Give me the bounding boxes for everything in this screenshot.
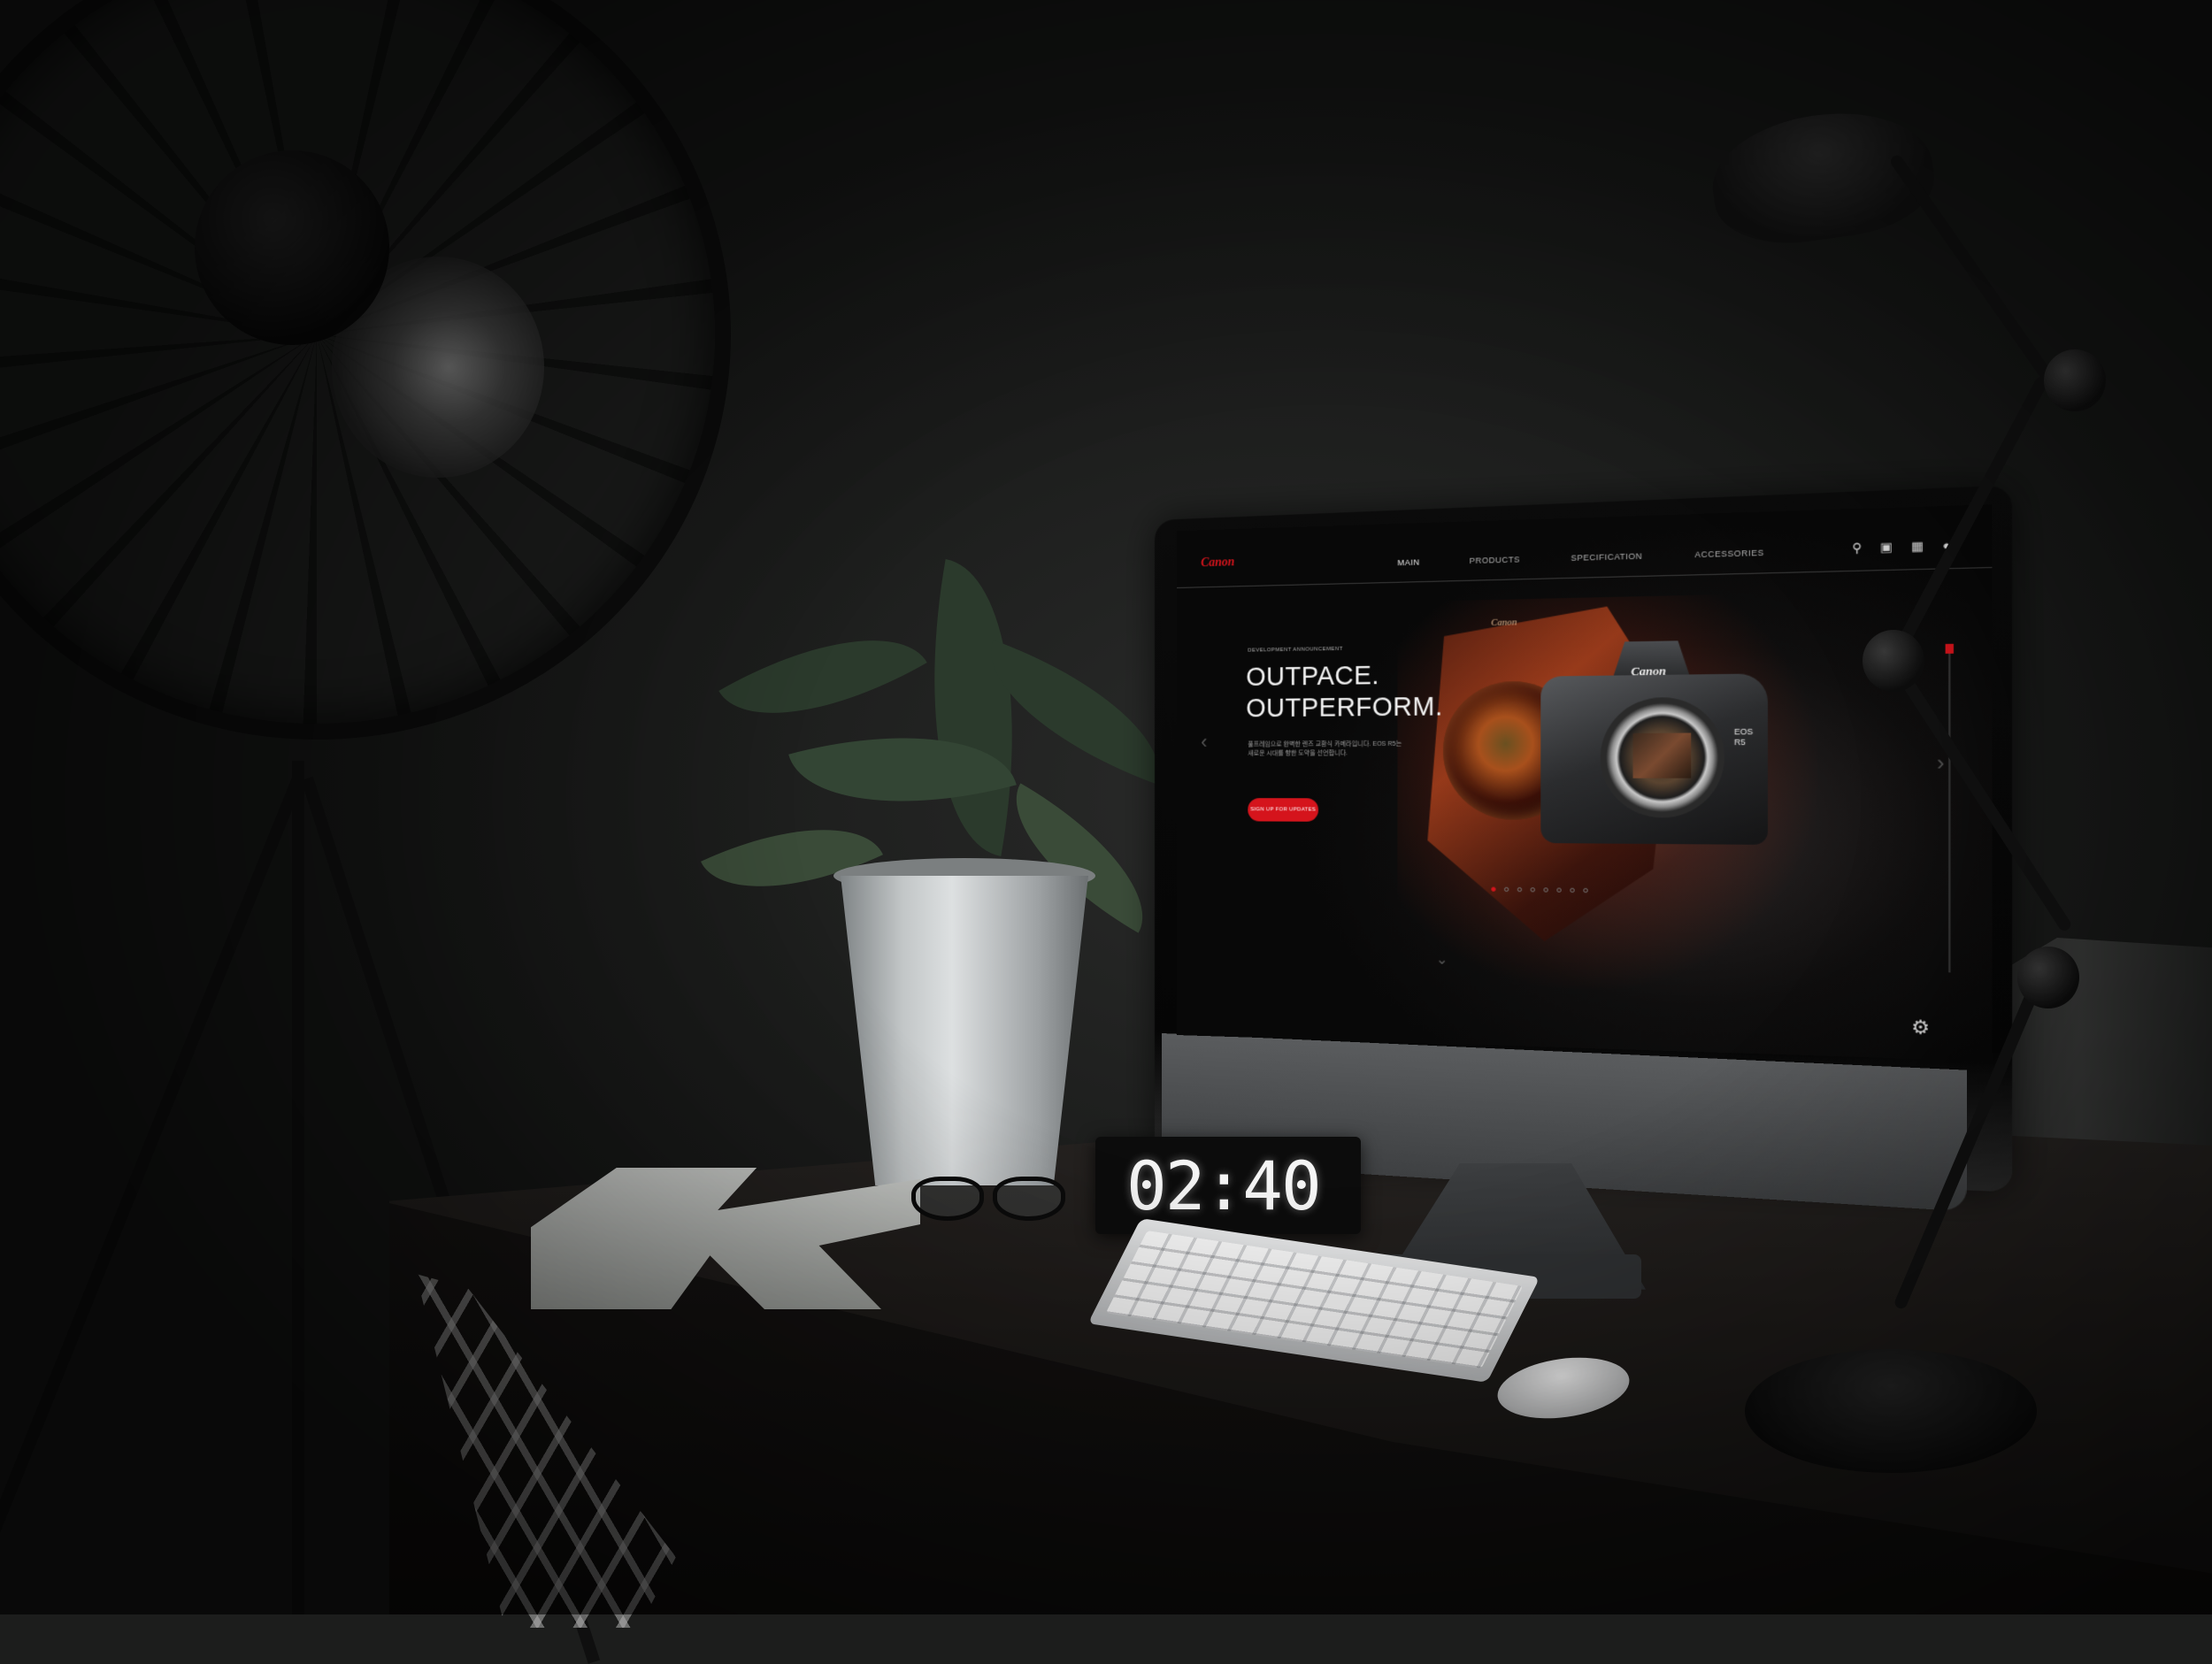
studio-light-housing (195, 150, 389, 345)
cart-icon[interactable]: ▣ (1880, 541, 1893, 555)
nav-item-specification[interactable]: SPECIFICATION (1571, 551, 1642, 563)
search-icon[interactable]: ⚲ (1852, 541, 1862, 556)
desk-lamp-joint (2017, 947, 2079, 1008)
slide-dot[interactable] (1556, 887, 1561, 892)
clock-time: 02:40 (1126, 1151, 1320, 1222)
desk-lamp-joint (2044, 349, 2106, 411)
desk-lamp-base (1745, 1349, 2037, 1473)
nav-item-accessories[interactable]: ACCESSORIES (1694, 548, 1763, 559)
desk-scene: Canon MAIN PRODUCTS SPECIFICATION ACCESS… (0, 0, 2212, 1614)
plant-pot (841, 876, 1088, 1185)
nav-item-main[interactable]: MAIN (1397, 557, 1419, 567)
nav-item-products[interactable]: PRODUCTS (1470, 555, 1520, 565)
lens-camera-brand: Canon (1491, 617, 1517, 628)
gear-icon[interactable]: ⚙ (1911, 1016, 1930, 1040)
hero-headline: OUTPACE. OUTPERFORM. (1246, 659, 1442, 725)
slide-dot[interactable] (1531, 887, 1535, 892)
camera-model-line1: EOS (1734, 727, 1753, 738)
tripod-leg-center (292, 761, 304, 1614)
monitor-screen: Canon MAIN PRODUCTS SPECIFICATION ACCESS… (1177, 504, 1993, 1062)
main-menu: MAIN PRODUCTS SPECIFICATION ACCESSORIES (1397, 548, 1764, 567)
camera-model-label: EOS R5 (1734, 727, 1753, 748)
desk-lamp-joint (1863, 630, 1924, 692)
camera-sensor (1633, 733, 1692, 778)
eyeglasses (911, 1177, 1071, 1221)
eyeglasses-lens (993, 1177, 1065, 1221)
side-scroll-thumb[interactable] (1946, 644, 1954, 654)
slide-dot[interactable] (1543, 887, 1548, 892)
prev-slide-arrow-icon[interactable]: ‹ (1201, 731, 1207, 754)
slide-dot[interactable] (1504, 887, 1509, 892)
scroll-down-chevron-icon[interactable]: ⌄ (1436, 950, 1448, 969)
camera-brand-label: Canon (1631, 663, 1665, 679)
next-slide-arrow-icon[interactable]: › (1937, 751, 1945, 777)
hero-description: 풀프레임으로 완벽한 렌즈 교환식 카메라입니다. EOS R5는 새로운 시대… (1248, 740, 1408, 759)
hero-headline-line1: OUTPACE. (1246, 659, 1442, 694)
nav-icons: ⚲ ▣ ▦ ● (1852, 539, 1950, 555)
camera-model-line2: R5 (1734, 737, 1753, 748)
hero-eyebrow: DEVELOPMENT ANNOUNCEMENT (1248, 647, 1343, 654)
slide-dot[interactable] (1491, 887, 1495, 892)
canon-logo[interactable]: Canon (1201, 556, 1234, 571)
eyeglasses-lens (911, 1177, 984, 1221)
slide-dot[interactable] (1570, 888, 1574, 893)
apps-grid-icon[interactable]: ▦ (1911, 540, 1924, 554)
side-scroll-rail[interactable] (1948, 652, 1950, 973)
slide-dot[interactable] (1517, 887, 1522, 892)
digital-clock: 02:40 (1095, 1137, 1361, 1234)
signup-button[interactable]: SIGN UP FOR UPDATES (1248, 798, 1318, 822)
hero-headline-line2: OUTPERFORM. (1246, 692, 1442, 725)
slide-dot[interactable] (1583, 888, 1587, 893)
